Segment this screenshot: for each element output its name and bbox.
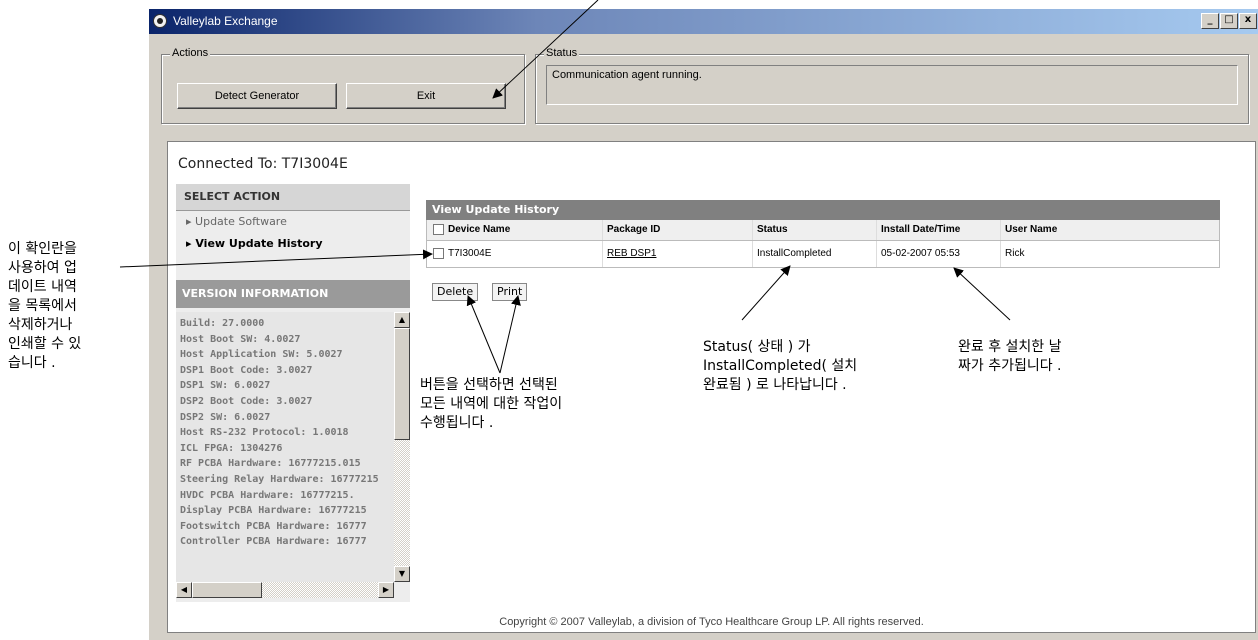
version-line: DSP2 SW: 6.0027 [180,411,271,423]
scroll-thumb[interactable] [394,328,410,440]
sidebar-item-label: Update Software [195,215,287,228]
status-header: Status [753,220,877,240]
status-text: Communication agent running. [546,65,1238,105]
detect-generator-button[interactable]: Detect Generator [177,83,337,109]
version-line: Footswitch PCBA Hardware: 16777 [180,520,367,532]
annotation-line: 이 확인란을 [8,241,77,257]
select-action-header: SELECT ACTION [176,184,410,211]
annotation-checkbox: 이 확인란을 사용하여 업 데이트 내역 을 목록에서 삭제하거나 인쇄할 수 … [8,240,81,373]
package-id-header: Package ID [603,220,753,240]
title-bar[interactable]: Valleylab Exchange _ □ x [149,9,1258,34]
scroll-right-icon[interactable]: ▶ [378,582,394,598]
connected-label: Connected To: T7I3004E [178,156,348,172]
sidebar-item-label: View Update History [195,237,323,250]
device-name-cell: T7I3004E [427,241,603,267]
annotation-line: 모든 내역에 대한 작업이 [420,396,563,412]
scroll-left-icon[interactable]: ◀ [176,582,192,598]
install-date-cell: 05-02-2007 05:53 [877,241,1001,267]
version-line: Controller PCBA Hardware: 16777 [180,536,367,548]
status-group: Status Communication agent running. [535,47,1249,124]
version-line: RF PCBA Hardware: 16777215.015 [180,458,361,470]
sidebar-item-view-update-history[interactable]: ▸ View Update History [176,233,410,255]
status-cell: InstallCompleted [753,241,877,267]
version-line: Host Application SW: 5.0027 [180,349,343,361]
user-name-cell: Rick [1005,248,1025,259]
version-line: Display PCBA Hardware: 16777215 [180,505,367,517]
column-label: Device Name [448,224,511,235]
annotation-line: 삭제하거나 [8,317,73,333]
annotation-line: Status( 상태 ) 가 [703,339,811,355]
version-line: Host Boot SW: 4.0027 [180,333,301,345]
copyright-text: Copyright © 2007 Valleylab, a division o… [499,616,924,628]
version-line: ICL FPGA: 1304276 [180,442,283,454]
device-name-header: Device Name [427,220,603,240]
exit-button[interactable]: Exit [346,83,506,109]
annotation-buttons: 버튼을 선택하면 선택된 모든 내역에 대한 작업이 수행됩니다 . [420,376,562,433]
annotation-line: 사용하여 업 [8,260,77,276]
history-table: View Update History Device Name Package … [426,200,1220,268]
annotation-line: 완료 후 설치한 날 [958,339,1062,355]
sidebar: SELECT ACTION ▸ Update Software ▸ View U… [176,184,410,602]
install-date-header: Install Date/Time [877,220,1001,240]
window-title: Valleylab Exchange [173,14,278,28]
close-button[interactable]: x [1239,13,1257,29]
row-checkbox[interactable] [433,247,444,259]
cell-text: T7I3004E [448,248,492,259]
version-line: DSP2 Boot Code: 3.0027 [180,395,313,407]
version-line: Build: 27.0000 [180,318,265,329]
table-row: T7I3004E REB DSP1 InstallCompleted 05-02… [426,241,1220,268]
version-line: DSP1 SW: 6.0027 [180,380,271,392]
scroll-down-icon[interactable]: ▼ [394,566,410,582]
version-line: DSP1 Boot Code: 3.0027 [180,364,313,376]
table-header-row: Device Name Package ID Status Install Da… [426,220,1220,241]
annotation-line: 완료됨 ) 로 나타납니다 . [703,377,847,393]
annotation-line: 습니다 . [8,355,56,371]
app-icon [153,14,167,28]
caption-buttons: _ □ x [1201,13,1257,29]
history-title: View Update History [426,200,1220,220]
annotation-line: 짜가 추가됩니다 . [958,358,1062,374]
annotation-date: 완료 후 설치한 날 짜가 추가됩니다 . [958,338,1062,376]
horizontal-scrollbar[interactable]: ◀ ▶ [176,582,394,598]
print-button[interactable]: Print [492,283,528,301]
actions-legend: Actions [170,47,211,59]
annotation-line: 데이트 내역 [8,279,77,295]
annotation-line: 인쇄할 수 있 [8,336,82,352]
package-id-link[interactable]: REB DSP1 [603,241,753,267]
sidebar-item-update-software[interactable]: ▸ Update Software [176,211,410,233]
maximize-button[interactable]: □ [1220,13,1238,29]
vertical-scrollbar[interactable]: ▲ ▼ [394,312,410,582]
scroll-up-icon[interactable]: ▲ [394,312,410,328]
version-line: HVDC PCBA Hardware: 16777215. [180,489,355,501]
actions-group: Actions Detect Generator Exit [161,47,525,124]
version-info-header: VERSION INFORMATION [176,280,410,308]
version-line: Steering Relay Hardware: 16777215 [180,473,379,485]
version-list[interactable]: Build: 27.0000 Host Boot SW: 4.0027 Host… [176,312,394,582]
status-legend: Status [544,47,580,59]
annotation-line: 수행됩니다 . [420,415,494,431]
scroll-thumb-horizontal[interactable] [192,582,262,598]
delete-button[interactable]: Delete [432,283,479,301]
annotation-line: 을 목록에서 [8,298,77,314]
app-window: Valleylab Exchange _ □ x Actions Detect … [148,8,1258,640]
select-all-checkbox[interactable] [433,223,444,235]
minimize-button[interactable]: _ [1201,13,1219,29]
version-line: Host RS-232 Protocol: 1.0018 [180,427,349,439]
annotation-line: 버튼을 선택하면 선택된 [420,377,558,393]
user-name-header: User Name [1005,224,1058,235]
annotation-line: InstallCompleted( 설치 [703,358,858,374]
annotation-status: Status( 상태 ) 가 InstallCompleted( 설치 완료됨 … [703,338,857,395]
